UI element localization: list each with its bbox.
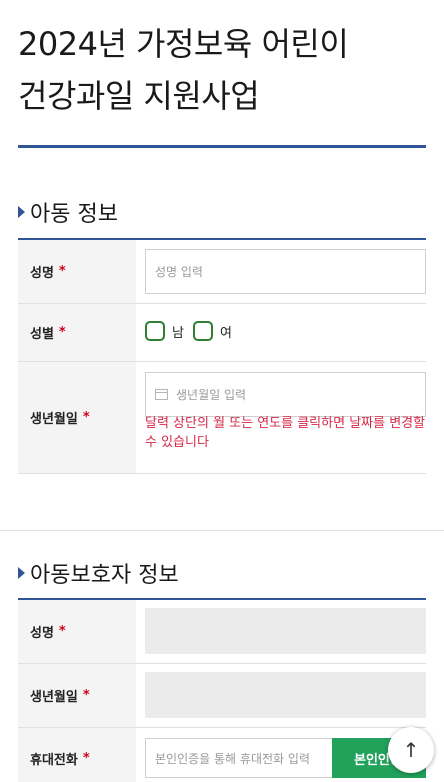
child-gender-label: 성별 * [18, 304, 136, 361]
page-title-line1: 2024년 가정보육 어린이 [18, 25, 349, 63]
guardian-name-label-text: 성명 [30, 626, 54, 641]
child-name-placeholder: 성명 입력 [155, 265, 203, 279]
guardian-name-row: 성명 * [18, 600, 426, 664]
guardian-phone-placeholder: 본인인증을 통해 휴대전화 입력 [155, 751, 310, 766]
child-name-label: 성명 * [18, 240, 136, 303]
section-arrow-icon [18, 567, 25, 579]
guardian-name-label: 성명 * [18, 600, 136, 663]
child-name-input[interactable]: 성명 입력 [145, 249, 426, 294]
guardian-phone-row: 휴대전화 * 본인인증을 통해 휴대전화 입력 본인인증 [18, 728, 426, 782]
required-mark: * [82, 410, 90, 425]
child-name-label-text: 성명 [30, 266, 54, 281]
guardian-section-heading: 아동보호자 정보 [18, 557, 179, 589]
guardian-birth-row: 생년월일 * [18, 664, 426, 728]
guardian-section-heading-text: 아동보호자 정보 [30, 563, 179, 588]
required-mark: * [82, 688, 90, 703]
gender-female-label[interactable]: 여 [220, 322, 232, 341]
guardian-phone-label: 휴대전화 * [18, 728, 136, 782]
child-birth-input[interactable]: 생년월일 입력 [145, 372, 426, 417]
gender-male-label[interactable]: 남 [172, 322, 184, 341]
child-birth-row: 생년월일 * 생년월일 입력 달력 상단의 월 또는 연도를 클릭하면 날짜를 … [18, 362, 426, 474]
guardian-phone-label-text: 휴대전화 [30, 752, 78, 768]
required-mark: * [58, 325, 66, 340]
child-birth-placeholder: 생년월일 입력 [176, 388, 247, 402]
child-gender-label-text: 성별 [30, 327, 54, 342]
child-birth-label-text: 생년월일 [30, 412, 78, 427]
guardian-phone-input[interactable]: 본인인증을 통해 휴대전화 입력 [145, 738, 335, 778]
child-section-heading: 아동 정보 [18, 196, 118, 228]
child-gender-row: 성별 * 남 여 [18, 304, 426, 362]
section-arrow-icon [18, 206, 25, 218]
guardian-name-masked-field [145, 608, 426, 654]
required-mark: * [58, 624, 66, 639]
title-divider [18, 145, 426, 148]
calendar-icon [155, 389, 168, 400]
guardian-birth-masked-field [145, 672, 426, 718]
gender-options: 남 여 [145, 321, 241, 341]
child-name-row: 성명 * 성명 입력 [18, 240, 426, 304]
page-title: 2024년 가정보육 어린이 건강과일 지원사업 [18, 18, 428, 122]
required-mark: * [82, 750, 90, 766]
guardian-birth-label-text: 생년월일 [30, 690, 78, 705]
section-divider [0, 530, 444, 531]
guardian-birth-label: 생년월일 * [18, 664, 136, 727]
date-change-hint: 달력 상단의 월 또는 연도를 클릭하면 날짜를 변경할 수 있습니다 [145, 416, 426, 450]
child-birth-label: 생년월일 * [18, 362, 136, 473]
page-title-line2: 건강과일 지원사업 [18, 77, 260, 115]
child-section-heading-text: 아동 정보 [30, 202, 118, 227]
required-mark: * [58, 264, 66, 279]
arrow-up-icon: ↑ [402, 738, 420, 762]
scroll-to-top-button[interactable]: ↑ [388, 727, 434, 773]
gender-male-checkbox[interactable] [145, 321, 165, 341]
gender-female-checkbox[interactable] [192, 321, 213, 341]
